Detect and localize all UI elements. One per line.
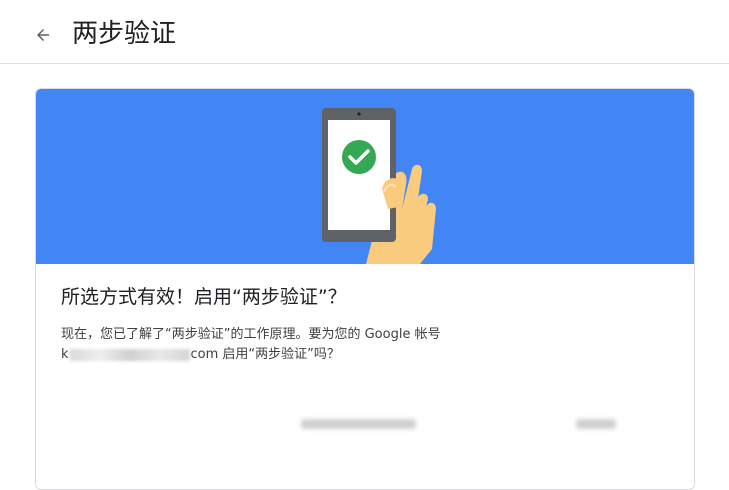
header-bar: 两步验证 [0, 0, 729, 64]
page-title: 两步验证 [72, 19, 177, 49]
blurred-action-text [301, 419, 416, 429]
card-description: 现在，您已了解了“两步验证”的工作原理。要为您的 Google 帐号 k com … [61, 325, 661, 365]
description-line-2: com 启用“两步验证”吗？ [190, 347, 340, 362]
email-prefix: k [61, 347, 69, 362]
confirmation-card: 所选方式有效！启用“两步验证”？ 现在，您已了解了“两步验证”的工作原理。要为您… [35, 88, 695, 490]
redacted-email [69, 348, 190, 361]
card-heading: 所选方式有效！启用“两步验证”？ [61, 286, 347, 308]
blurred-action-button[interactable] [576, 419, 616, 429]
banner-illustration [36, 89, 694, 264]
back-button[interactable] [28, 20, 58, 50]
arrow-back-icon [37, 29, 49, 41]
description-line-1: 现在，您已了解了“两步验证”的工作原理。要为您的 Google 帐号 [61, 327, 441, 342]
phone-checkmark-icon [322, 108, 436, 264]
